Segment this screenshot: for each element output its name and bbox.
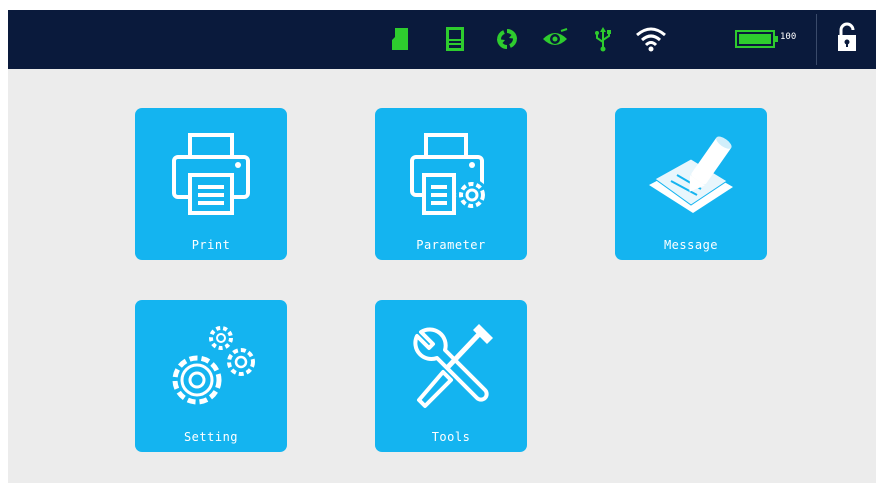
gears-icon: [135, 314, 287, 418]
message-tile[interactable]: Message: [615, 108, 767, 260]
printer-icon: [135, 122, 287, 226]
setting-label: Setting: [183, 430, 239, 444]
battery-icon: [735, 24, 779, 54]
message-edit-icon: [615, 122, 767, 226]
status-bar: 100: [8, 10, 876, 69]
parameter-label: Parameter: [416, 238, 486, 252]
setting-tile[interactable]: Setting: [135, 300, 287, 452]
tools-label: Tools: [431, 430, 471, 444]
lock-icon[interactable]: [834, 22, 860, 52]
print-tile[interactable]: Print: [135, 108, 287, 260]
device-icon: [443, 24, 467, 54]
sd-card-icon: [388, 24, 412, 54]
usb-icon: [591, 24, 615, 54]
status-divider: [816, 14, 817, 65]
eye-icon: [540, 24, 570, 54]
tools-tile[interactable]: Tools: [375, 300, 527, 452]
tools-icon: [375, 314, 527, 418]
sync-icon: [493, 24, 521, 54]
battery-percentage: 100: [780, 32, 797, 42]
device-screen: 100 Print Parameter Message Setting Tool…: [8, 10, 876, 483]
parameter-tile[interactable]: Parameter: [375, 108, 527, 260]
printer-settings-icon: [375, 122, 527, 226]
message-label: Message: [663, 238, 719, 252]
print-label: Print: [191, 238, 231, 252]
wifi-icon: [634, 24, 668, 54]
